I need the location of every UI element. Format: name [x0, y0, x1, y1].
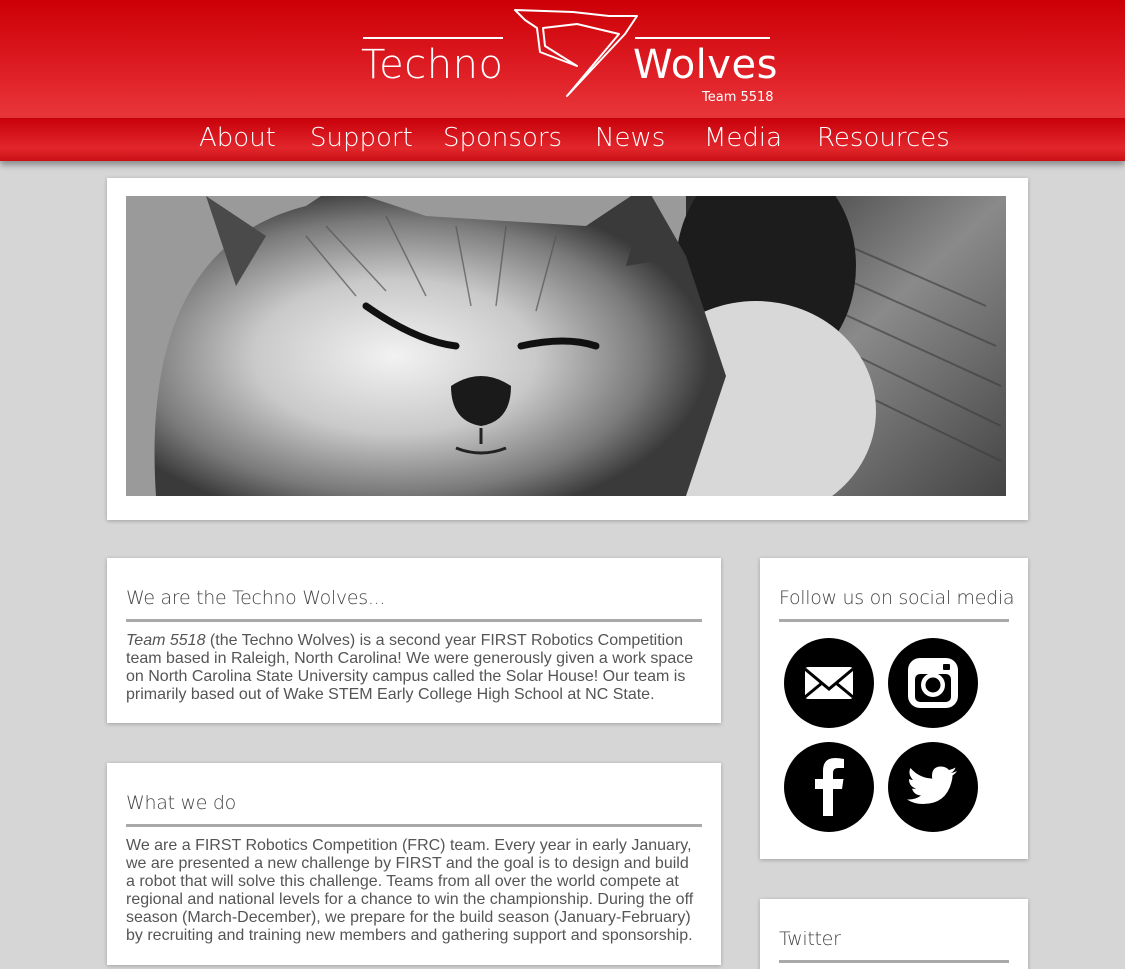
main-nav: About Support Sponsors News Media Resour… — [0, 118, 1125, 161]
what-we-do-title: What we do — [126, 792, 236, 814]
kitten-photo-icon — [126, 196, 1006, 496]
nav-resources[interactable]: Resources — [817, 123, 950, 153]
facebook-button[interactable] — [784, 742, 874, 832]
logo-text-left: Techno — [361, 42, 504, 88]
instagram-button[interactable] — [888, 638, 978, 728]
about-body-text: (the Techno Wolves) is a second year FIR… — [126, 632, 694, 703]
nav-support[interactable]: Support — [310, 123, 413, 153]
logo-team-number: Team 5518 — [702, 90, 774, 105]
nav-about[interactable]: About — [199, 123, 276, 153]
team-name-italic: Team 5518 — [126, 632, 206, 649]
twitter-icon — [907, 766, 957, 804]
title-divider — [126, 824, 702, 827]
facebook-icon — [815, 758, 844, 816]
instagram-icon — [908, 658, 958, 708]
title-divider — [126, 619, 702, 622]
email-button[interactable] — [784, 638, 874, 728]
logo-text-right: Wolves — [633, 42, 778, 88]
what-we-do-card: What we do We are a FIRST Robotics Compe… — [107, 763, 721, 965]
about-body: Team 5518 (the Techno Wolves) is a secon… — [126, 632, 701, 704]
email-icon — [804, 667, 854, 699]
hero-image — [126, 196, 1006, 496]
twitter-card: Twitter — [760, 899, 1028, 969]
nav-sponsors[interactable]: Sponsors — [443, 123, 562, 153]
twitter-title: Twitter — [779, 928, 841, 950]
nav-media[interactable]: Media — [704, 123, 782, 153]
site-header: Techno Wolves Team 5518 — [0, 0, 1125, 118]
nav-news[interactable]: News — [595, 123, 665, 153]
about-card: We are the Techno Wolves... Team 5518 (t… — [107, 558, 721, 723]
social-card: Follow us on social media — [760, 558, 1028, 859]
social-title: Follow us on social media — [779, 587, 1015, 609]
about-title: We are the Techno Wolves... — [126, 587, 386, 609]
twitter-button[interactable] — [888, 742, 978, 832]
what-we-do-body: We are a FIRST Robotics Competition (FRC… — [126, 837, 694, 944]
title-divider — [779, 619, 1009, 622]
title-divider — [779, 960, 1009, 963]
site-logo[interactable]: Techno Wolves Team 5518 — [355, 6, 785, 114]
hero-card — [107, 178, 1028, 520]
